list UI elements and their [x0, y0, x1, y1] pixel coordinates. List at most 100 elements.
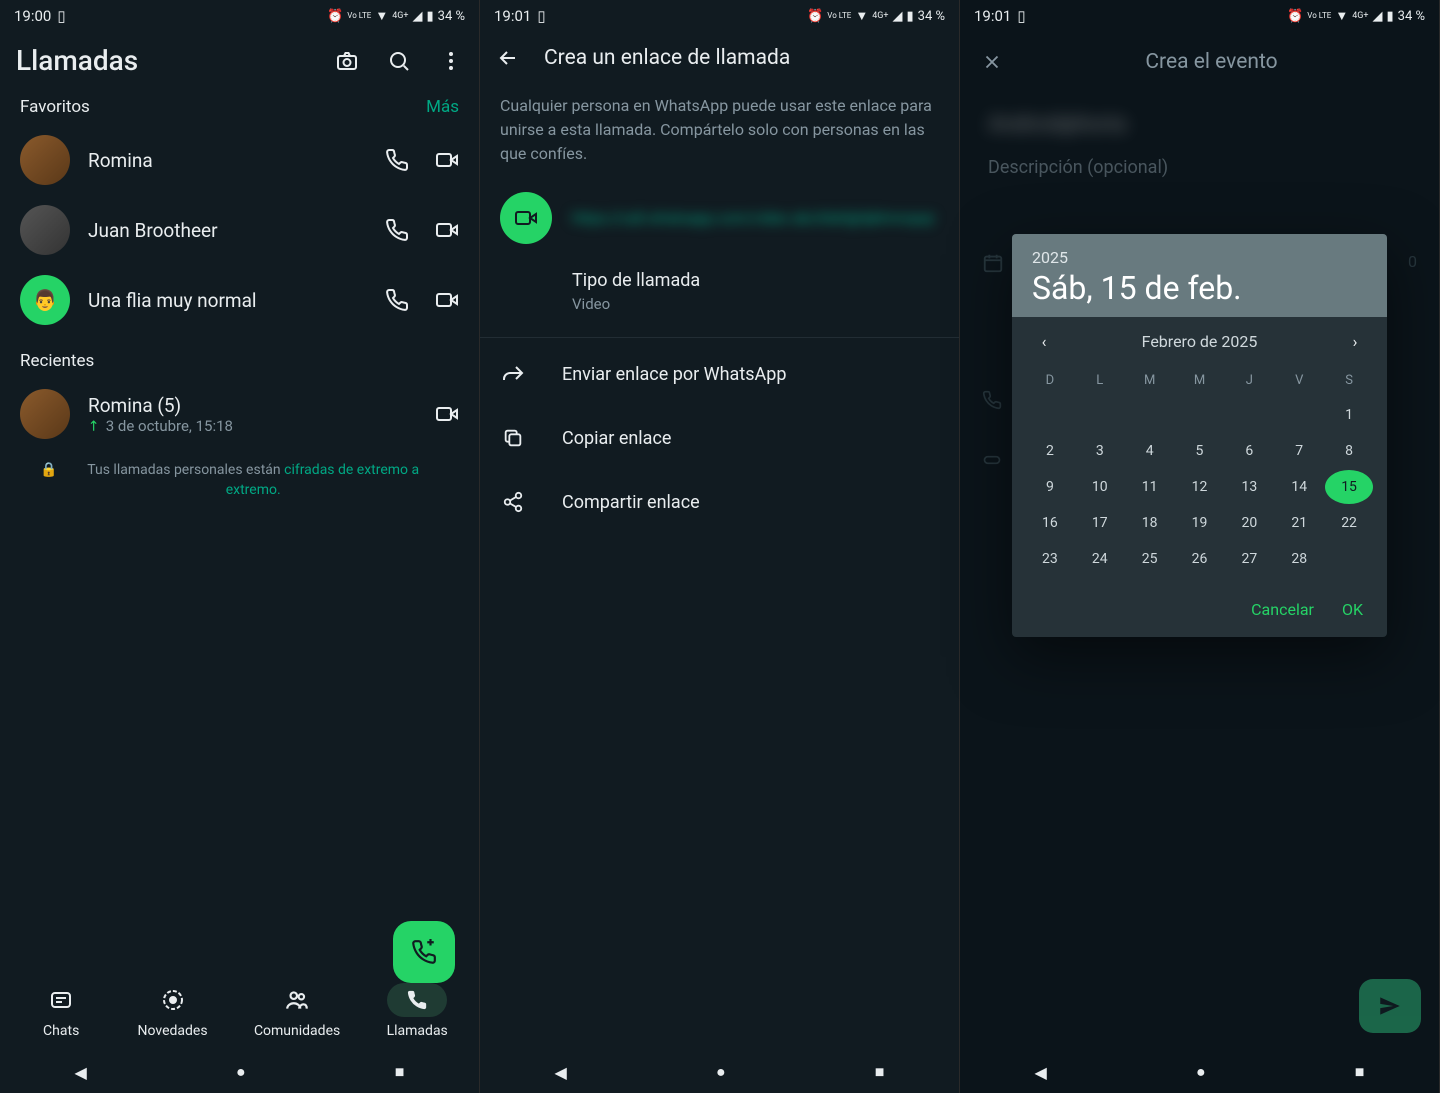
picker-year[interactable]: 2025: [1032, 248, 1367, 267]
bg-time-value: 0: [1408, 252, 1417, 271]
send-fab[interactable]: [1359, 979, 1421, 1033]
calendar-day[interactable]: 19: [1176, 506, 1224, 540]
avatar[interactable]: 👨: [20, 275, 70, 325]
video-call-icon[interactable]: [435, 288, 459, 312]
recents-icon[interactable]: ■: [395, 1062, 405, 1082]
back-icon[interactable]: ◀: [1035, 1063, 1047, 1082]
video-call-icon[interactable]: [435, 148, 459, 172]
calendar-day[interactable]: 24: [1076, 542, 1124, 576]
calendar-day[interactable]: 22: [1325, 506, 1373, 540]
calendar-day[interactable]: 3: [1076, 434, 1124, 468]
back-icon[interactable]: ◀: [555, 1063, 567, 1082]
recents-icon[interactable]: ■: [875, 1062, 885, 1082]
voice-call-icon[interactable]: [385, 148, 409, 172]
back-arrow-icon[interactable]: [496, 46, 520, 70]
network-badge: 4G+: [872, 11, 888, 21]
wifi-icon: ▼: [1335, 8, 1348, 24]
home-icon[interactable]: ●: [1196, 1062, 1206, 1082]
calendar-day[interactable]: 17: [1076, 506, 1124, 540]
calendar-day[interactable]: 10: [1076, 470, 1124, 504]
battery-pct: 34 %: [1398, 9, 1425, 24]
contact-name: Romina: [88, 149, 367, 172]
calendar-day[interactable]: 20: [1225, 506, 1273, 540]
calendar-day[interactable]: 8: [1325, 434, 1373, 468]
home-icon[interactable]: ●: [236, 1062, 246, 1082]
calendar-day[interactable]: 18: [1126, 506, 1174, 540]
nav-chats[interactable]: Chats: [31, 983, 91, 1039]
calendar-day[interactable]: 27: [1225, 542, 1273, 576]
avatar[interactable]: [20, 135, 70, 185]
nav-label: Chats: [43, 1023, 79, 1039]
avatar[interactable]: [20, 389, 70, 439]
menu-dots-icon[interactable]: [439, 49, 463, 73]
call-link-row[interactable]: https://call.whatsapp.com/video abcXdefg…: [480, 182, 959, 254]
battery-icon: ▮: [426, 9, 433, 24]
calendar-day[interactable]: 21: [1275, 506, 1323, 540]
create-link-header: Crea un enlace de llamada: [480, 32, 959, 84]
voice-call-icon[interactable]: [385, 218, 409, 242]
favorite-item[interactable]: 👨 Una flia muy normal: [0, 265, 479, 335]
page-title: Crea un enlace de llamada: [544, 46, 790, 70]
encryption-notice: 🔒 Tus llamadas personales están cifradas…: [0, 449, 479, 512]
calendar-day[interactable]: 13: [1225, 470, 1273, 504]
action-label: Copiar enlace: [562, 428, 671, 449]
avatar[interactable]: [20, 205, 70, 255]
recents-icon[interactable]: ■: [1355, 1062, 1365, 1082]
search-icon[interactable]: [387, 49, 411, 73]
video-call-icon[interactable]: [435, 402, 459, 426]
close-icon[interactable]: [980, 50, 1004, 74]
calendar-day[interactable]: 16: [1026, 506, 1074, 540]
video-call-icon[interactable]: [435, 218, 459, 242]
home-icon[interactable]: ●: [716, 1062, 726, 1082]
action-label: Compartir enlace: [562, 492, 700, 513]
calendar-day[interactable]: 9: [1026, 470, 1074, 504]
sim-icon: ▯: [57, 7, 65, 25]
calendar-day[interactable]: 28: [1275, 542, 1323, 576]
event-description-field[interactable]: Descripción (opcional): [988, 157, 1411, 178]
calendar-day[interactable]: 12: [1176, 470, 1224, 504]
prev-month-icon[interactable]: ‹: [1032, 329, 1056, 353]
calendar-day[interactable]: 25: [1126, 542, 1174, 576]
share-link-button[interactable]: Compartir enlace: [480, 470, 959, 534]
recent-call-item[interactable]: Romina (5) ↗ 3 de octubre, 15:18: [0, 379, 479, 449]
calendar-day[interactable]: 14: [1275, 470, 1323, 504]
bottom-nav: Chats Novedades Comunidades Llamadas: [0, 971, 479, 1051]
calendar-day[interactable]: 11: [1126, 470, 1174, 504]
back-icon[interactable]: ◀: [75, 1063, 87, 1082]
favorite-item[interactable]: Romina: [0, 125, 479, 195]
calendar-day[interactable]: 2: [1026, 434, 1074, 468]
calendar-day[interactable]: 5: [1176, 434, 1224, 468]
sim-icon: ▯: [1017, 7, 1025, 25]
camera-icon[interactable]: [335, 49, 359, 73]
send-whatsapp-button[interactable]: Enviar enlace por WhatsApp: [480, 342, 959, 406]
voice-call-icon[interactable]: [385, 288, 409, 312]
calendar-day[interactable]: 6: [1225, 434, 1273, 468]
calendar-day[interactable]: 26: [1176, 542, 1224, 576]
battery-pct: 34 %: [918, 9, 945, 24]
page-title: Llamadas: [16, 44, 315, 77]
calendar-day[interactable]: 4: [1126, 434, 1174, 468]
favorite-item[interactable]: Juan Brootheer: [0, 195, 479, 265]
favorites-more-button[interactable]: Más: [426, 97, 459, 117]
nav-calls[interactable]: Llamadas: [387, 983, 448, 1039]
copy-link-button[interactable]: Copiar enlace: [480, 406, 959, 470]
contact-name: Juan Brootheer: [88, 219, 367, 242]
nav-label: Llamadas: [387, 1023, 448, 1039]
calendar-day[interactable]: 23: [1026, 542, 1074, 576]
cancel-button[interactable]: Cancelar: [1251, 600, 1314, 619]
next-month-icon[interactable]: ›: [1343, 329, 1367, 353]
ok-button[interactable]: OK: [1342, 600, 1363, 619]
nav-updates[interactable]: Novedades: [138, 983, 208, 1039]
calendar-day[interactable]: 15: [1325, 470, 1373, 504]
calendar-dow: M: [1126, 365, 1174, 396]
contact-name: Una flia muy normal: [88, 289, 367, 312]
nav-communities[interactable]: Comunidades: [254, 983, 340, 1039]
calendar-day[interactable]: 7: [1275, 434, 1323, 468]
link-icon: [982, 450, 1002, 470]
action-label: Enviar enlace por WhatsApp: [562, 364, 786, 385]
call-type-row[interactable]: Tipo de llamada Video: [480, 254, 959, 333]
calls-panel: 19:00 ▯ ⏰ Vo LTE ▼ 4G+ ◢ ▮ 34 % Llamadas: [0, 0, 480, 1093]
signal-icon: ◢: [892, 9, 902, 24]
calendar-day[interactable]: 1: [1325, 398, 1373, 432]
event-name-field[interactable]: Androidphoria: [988, 112, 1411, 137]
